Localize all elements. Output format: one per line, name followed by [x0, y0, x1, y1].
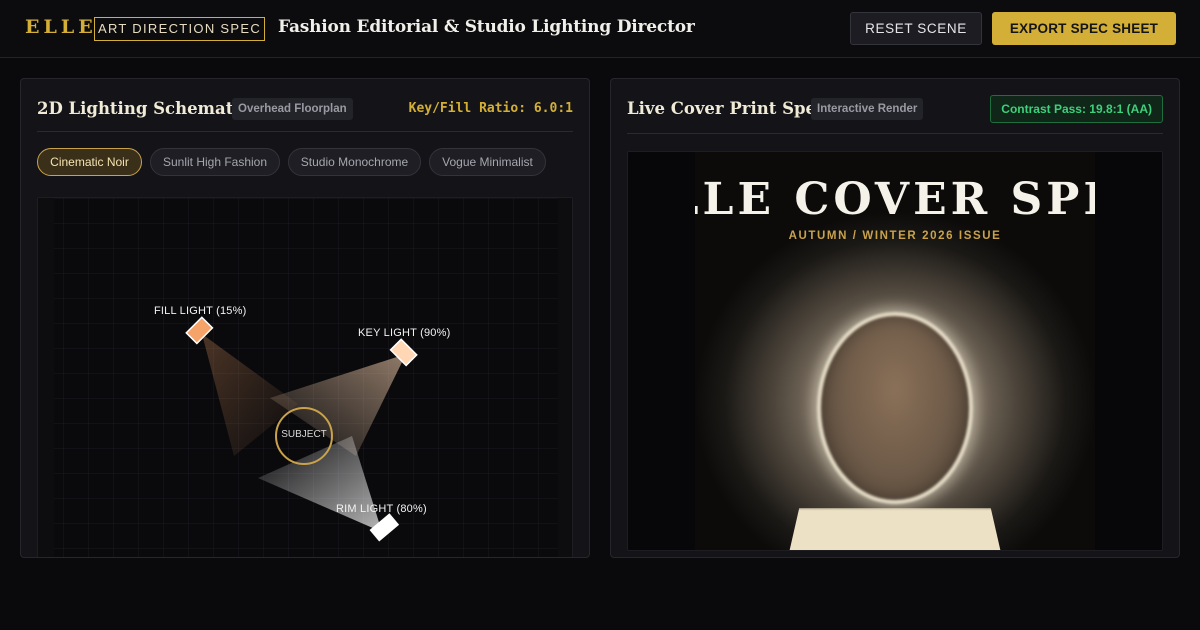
contrast-status-badge: Contrast Pass: 19.8:1 (AA) [990, 95, 1163, 123]
panel-divider [627, 133, 1163, 134]
cover-masthead: ELLE COVER SPEC [695, 174, 1095, 225]
wall-left [38, 198, 54, 557]
panel-divider [37, 131, 573, 132]
floor-grid [54, 198, 558, 557]
app-title: Fashion Editorial & Studio Lighting Dire… [278, 17, 695, 37]
cover-panel-title: Live Cover Print Spec [627, 99, 827, 118]
lighting-schematic-canvas[interactable]: FILL LIGHT (15%) KEY LIGHT (90%) RIM LIG… [37, 197, 573, 557]
schematic-svg [38, 198, 572, 557]
preset-studio-monochrome[interactable]: Studio Monochrome [288, 148, 421, 176]
cover-issue-line: AUTUMN / WINTER 2026 ISSUE [788, 230, 1002, 242]
spec-badge: ART DIRECTION SPEC [94, 17, 265, 41]
subject-label: SUBJECT [281, 429, 327, 440]
model-head-silhouette [817, 312, 973, 504]
model-torso-silhouette [781, 508, 1009, 550]
interactive-render-tag: Interactive Render [811, 98, 924, 120]
key-fill-ratio: Key/Fill Ratio: 6.0:1 [408, 101, 573, 116]
reset-scene-button[interactable]: RESET SCENE [850, 12, 982, 45]
preset-cinematic-noir[interactable]: Cinematic Noir [37, 148, 142, 176]
brand-logo: ELLE [25, 16, 97, 38]
rim-light-label: RIM LIGHT (80%) [336, 503, 427, 515]
export-spec-button[interactable]: EXPORT SPEC SHEET [992, 12, 1176, 45]
floorplan-tag: Overhead Floorplan [232, 98, 353, 120]
cover-preview-frame: ELLE COVER SPEC AUTUMN / WINTER 2026 ISS… [627, 151, 1163, 551]
preset-sunlit-high-fashion[interactable]: Sunlit High Fashion [150, 148, 280, 176]
preset-vogue-minimalist[interactable]: Vogue Minimalist [429, 148, 546, 176]
cover-panel: Live Cover Print Spec Interactive Render… [610, 78, 1180, 558]
schematic-title: 2D Lighting Schematic [37, 99, 250, 118]
schematic-panel: 2D Lighting Schematic Overhead Floorplan… [20, 78, 590, 558]
fill-light-label: FILL LIGHT (15%) [154, 305, 247, 317]
wall-right [558, 198, 572, 557]
cover-render[interactable]: ELLE COVER SPEC AUTUMN / WINTER 2026 ISS… [695, 152, 1095, 550]
top-bar: ELLE ART DIRECTION SPEC Fashion Editoria… [0, 0, 1200, 58]
key-light-label: KEY LIGHT (90%) [358, 327, 451, 339]
